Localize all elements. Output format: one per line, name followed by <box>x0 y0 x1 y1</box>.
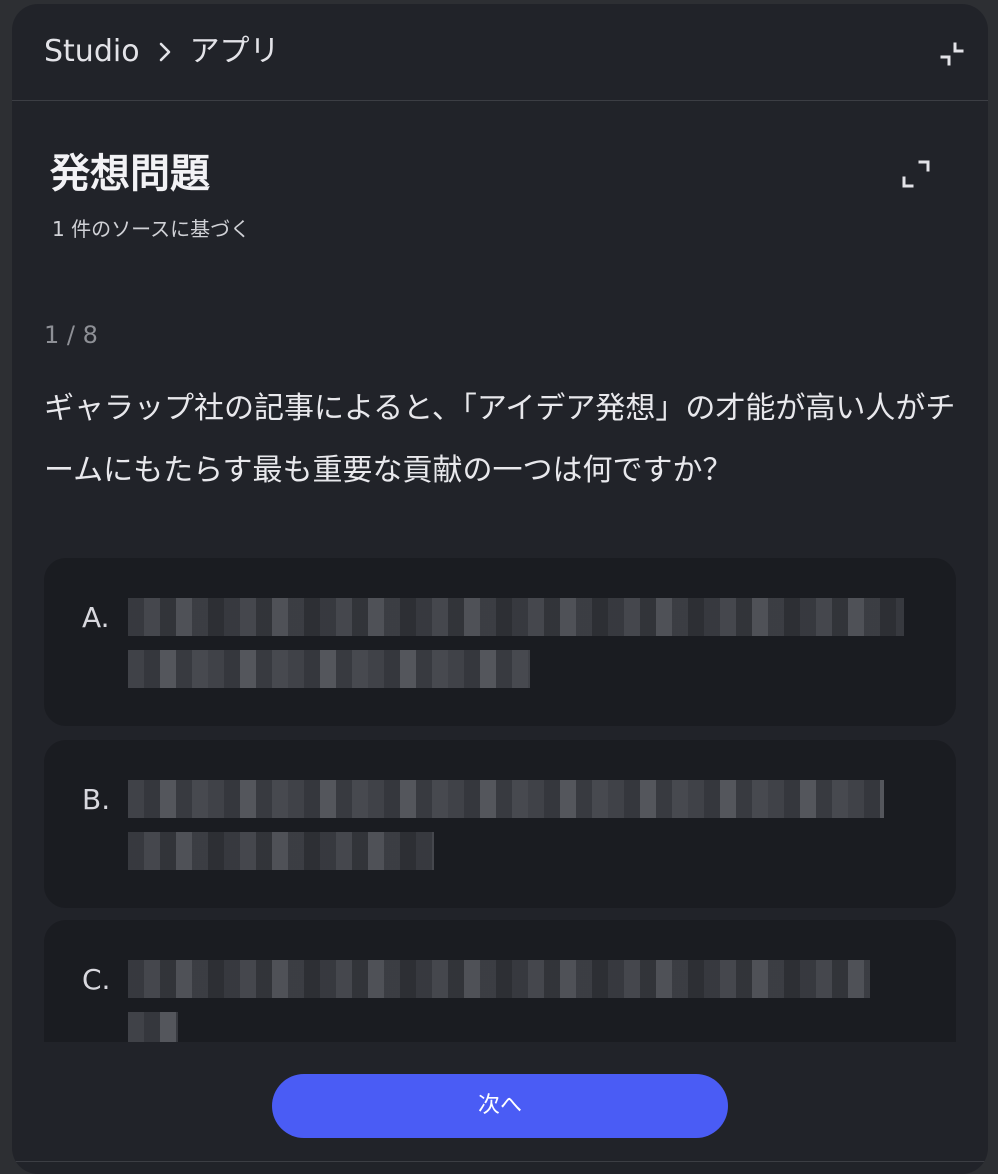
redacted-text <box>128 598 904 636</box>
options-list: A. B. C. <box>44 558 956 1042</box>
collapse-button[interactable] <box>934 36 970 72</box>
option-a[interactable]: A. <box>44 558 956 726</box>
source-info: 1 件のソースに基づく <box>52 217 251 241</box>
option-letter: C. <box>82 963 111 996</box>
chevron-right-icon <box>154 32 176 72</box>
quiz-title: 発想問題 <box>50 151 210 197</box>
collapse-icon <box>940 42 964 66</box>
redacted-text <box>128 650 530 688</box>
option-c[interactable]: C. <box>44 920 956 1042</box>
expand-icon <box>902 160 930 188</box>
expand-button[interactable] <box>896 154 936 194</box>
footer-divider <box>12 1161 988 1162</box>
option-b[interactable]: B. <box>44 740 956 908</box>
option-letter: B. <box>82 783 111 816</box>
breadcrumb-app: アプリ <box>189 34 280 69</box>
question-text: ギャラップ社の記事によると、「アイデア発想」の才能が高い人がチームにもたらす最も… <box>44 391 956 488</box>
next-button[interactable]: 次へ <box>272 1074 728 1138</box>
breadcrumb-studio[interactable]: Studio <box>44 32 140 72</box>
breadcrumb: Studio アプリ <box>44 32 280 72</box>
panel-header: Studio アプリ <box>12 4 988 101</box>
question-counter: 1 / 8 <box>44 321 98 349</box>
redacted-text <box>128 780 884 818</box>
redacted-text <box>128 1012 178 1042</box>
redacted-text <box>128 960 870 998</box>
option-letter: A. <box>82 601 110 634</box>
studio-panel: Studio アプリ 発想問題 1 件のソースに基づく 1 / 8 ギャラップ社… <box>12 4 988 1174</box>
redacted-text <box>128 832 434 870</box>
